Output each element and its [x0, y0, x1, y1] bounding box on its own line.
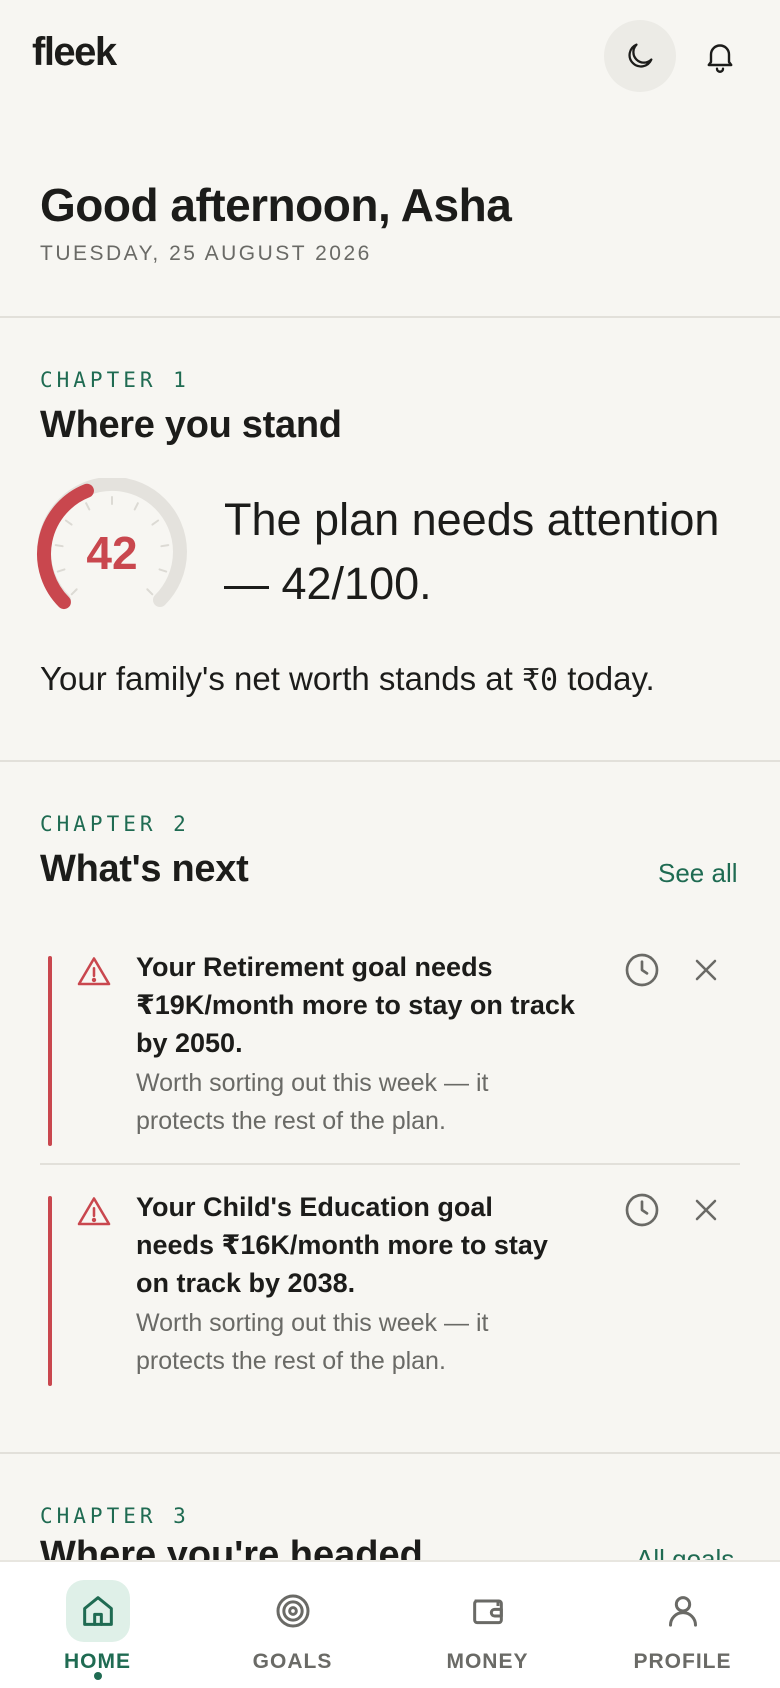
net-worth-prefix: Your family's net worth stands at — [40, 660, 522, 697]
action-card-description: Worth sorting out this week — it protect… — [136, 1309, 489, 1375]
chapter-3-label: CHAPTER 3 — [40, 1504, 190, 1528]
net-worth-summary: Your family's net worth stands at ₹0 tod… — [40, 660, 655, 698]
current-date: TUESDAY, 25 AUGUST 2026 — [40, 242, 372, 265]
nav-icon-container — [651, 1580, 715, 1642]
warning-icon — [77, 1197, 111, 1226]
bottom-navigation: HOME GOALS MONEY PROFILE — [0, 1560, 780, 1688]
net-worth-value: ₹0 — [521, 663, 559, 698]
net-worth-suffix: today. — [558, 660, 655, 697]
clock-icon[interactable] — [622, 950, 662, 990]
home-icon — [82, 1596, 113, 1626]
top-bar: fleek — [0, 0, 780, 110]
wallet-icon — [472, 1599, 503, 1625]
nav-icon-container — [65, 1580, 130, 1642]
chapter-2-title: What's next — [40, 848, 249, 890]
theme-toggle-button[interactable] — [604, 20, 676, 92]
alert-accent-bar — [48, 1196, 52, 1386]
action-card[interactable]: Your Retirement goal needs ₹19K/month mo… — [40, 948, 740, 1146]
user-icon — [668, 1596, 697, 1627]
card-divider — [40, 1163, 740, 1165]
action-card[interactable]: Your Child's Education goal needs ₹16K/m… — [40, 1188, 740, 1386]
app-screen: fleek Good afternoon, Asha TUESDAY, 25 A… — [0, 0, 780, 1688]
nav-item-profile[interactable]: PROFILE — [585, 1562, 780, 1688]
action-card-title: Your Child's Education goal needs ₹16K/m… — [136, 1192, 548, 1298]
nav-icon-container — [456, 1580, 520, 1642]
chapter-1-title: Where you stand — [40, 404, 342, 446]
gauge-tick — [133, 502, 139, 511]
nav-label: MONEY — [446, 1650, 529, 1673]
close-icon[interactable] — [688, 952, 724, 988]
nav-item-home[interactable]: HOME — [0, 1562, 195, 1688]
notifications-button[interactable] — [684, 20, 756, 92]
action-card-description: Worth sorting out this week — it protect… — [136, 1069, 489, 1135]
gauge-tick — [151, 519, 160, 526]
nav-label: PROFILE — [633, 1650, 732, 1673]
app-logo: fleek — [32, 30, 117, 74]
chapter-2-label: CHAPTER 2 — [40, 812, 190, 836]
moon-icon — [628, 43, 653, 68]
nav-icon-container — [261, 1580, 325, 1642]
see-all-link[interactable]: See all — [658, 858, 738, 889]
nav-label: GOALS — [252, 1650, 333, 1673]
gauge-tick — [146, 588, 154, 596]
gauge-tick — [85, 502, 91, 511]
section-divider — [0, 760, 780, 762]
greeting-heading: Good afternoon, Asha — [40, 179, 512, 231]
health-score-value: 42 — [86, 527, 138, 579]
section-divider — [0, 1452, 780, 1454]
action-card-title: Your Retirement goal needs ₹19K/month mo… — [136, 952, 575, 1058]
active-indicator-dot — [93, 1672, 102, 1680]
nav-item-goals[interactable]: GOALS — [195, 1562, 390, 1688]
nav-item-money[interactable]: MONEY — [390, 1562, 585, 1688]
chapter-1-label: CHAPTER 1 — [40, 368, 190, 392]
alert-accent-bar — [48, 956, 52, 1146]
gauge-tick — [64, 519, 73, 526]
warning-icon — [77, 957, 111, 986]
close-icon[interactable] — [688, 1192, 724, 1228]
target-icon — [276, 1594, 309, 1628]
section-divider — [0, 316, 780, 318]
gauge-tick — [70, 588, 78, 596]
clock-icon[interactable] — [622, 1190, 662, 1230]
nav-label: HOME — [64, 1650, 131, 1673]
bell-icon — [707, 44, 733, 73]
plan-status-headline: The plan needs attention — 42/100. — [224, 494, 720, 609]
